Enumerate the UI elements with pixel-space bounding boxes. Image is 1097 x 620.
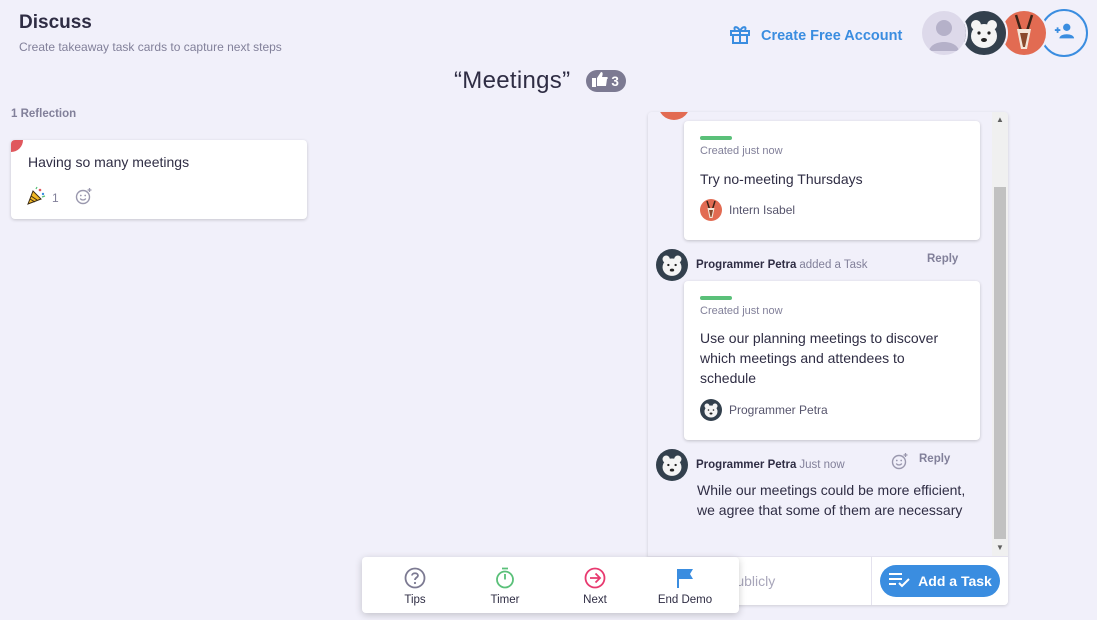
reflection-text: Having so many meetings	[28, 154, 190, 170]
avatar	[700, 399, 722, 421]
reflection-card[interactable]: Having so many meetings 1	[11, 140, 307, 219]
task-created-label: Created just now	[700, 145, 783, 157]
add-reaction-icon[interactable]	[75, 187, 93, 208]
flag-icon	[674, 567, 696, 594]
task-text[interactable]: Try no-meeting Thursdays	[700, 169, 960, 189]
add-task-label: Add a Task	[918, 573, 992, 589]
create-free-account-label: Create Free Account	[761, 28, 903, 44]
page-title: Discuss	[19, 12, 92, 33]
reaction-count: 1	[52, 190, 59, 205]
tips-button[interactable]: Tips	[370, 557, 460, 613]
page-subtitle: Create takeaway task cards to capture ne…	[19, 40, 282, 54]
reflection-color-marker	[11, 140, 23, 152]
avatar	[700, 199, 722, 221]
end-demo-label: End Demo	[657, 594, 713, 606]
comment-meta: added a Task	[799, 259, 868, 271]
task-owner-name: Programmer Petra	[729, 403, 828, 417]
scroll-up-arrow-icon[interactable]: ▲	[992, 112, 1008, 128]
timer-label: Timer	[490, 594, 520, 606]
task-status-bar	[700, 136, 732, 140]
task-owner[interactable]: Intern Isabel	[700, 199, 795, 221]
reply-button[interactable]: Reply	[919, 453, 950, 465]
task-created-label: Created just now	[700, 305, 783, 317]
thread-scrollbar[interactable]: ▲ ▼	[992, 112, 1008, 556]
gift-icon	[728, 22, 752, 50]
add-reaction-icon[interactable]	[891, 452, 909, 475]
scrollbar-thumb[interactable]	[994, 187, 1006, 539]
task-list-icon	[888, 572, 910, 591]
avatar-partial	[658, 112, 690, 120]
thumbs-up-icon	[592, 72, 609, 90]
vote-count: 3	[611, 73, 619, 89]
discussion-topic: “Meetings” 3	[454, 67, 626, 95]
add-task-button[interactable]: Add a Task	[880, 565, 1000, 597]
task-owner-name: Intern Isabel	[729, 203, 796, 217]
avatar	[656, 249, 688, 281]
timer-button[interactable]: Timer	[460, 557, 550, 613]
avatar-guest[interactable]	[920, 9, 968, 57]
help-circle-icon	[404, 567, 426, 594]
add-person-icon	[1053, 20, 1075, 47]
party-popper-icon[interactable]	[26, 186, 46, 209]
discussion-thread: Created just now Try no-meeting Thursday…	[648, 112, 1008, 605]
reply-button[interactable]: Reply	[927, 253, 958, 265]
create-free-account-link[interactable]: Create Free Account	[728, 22, 902, 50]
task-owner[interactable]: Programmer Petra	[700, 399, 828, 421]
topic-title: “Meetings”	[454, 67, 571, 94]
avatar	[656, 449, 688, 481]
reflection-count: 1 Reflection	[11, 108, 77, 120]
timer-icon	[494, 567, 516, 594]
comment-timestamp: Just now	[799, 459, 845, 471]
bottom-action-bar: Tips Timer Next End Demo	[362, 557, 739, 613]
comment-author: Programmer Petra	[696, 459, 797, 471]
task-card[interactable]: Created just now Try no-meeting Thursday…	[684, 121, 980, 240]
task-card[interactable]: Created just now Use our planning meetin…	[684, 281, 980, 440]
thread-scroll-area[interactable]: Created just now Try no-meeting Thursday…	[648, 112, 992, 556]
tips-label: Tips	[404, 594, 426, 606]
next-label: Next	[583, 594, 607, 606]
next-button[interactable]: Next	[550, 557, 640, 613]
team-avatars	[920, 9, 1088, 57]
arrow-right-circle-icon	[584, 567, 606, 594]
reflection-reactions: 1	[26, 186, 93, 209]
task-text[interactable]: Use our planning meetings to discover wh…	[700, 328, 960, 388]
task-status-bar	[700, 296, 732, 300]
comment-text: While our meetings could be more efficie…	[697, 482, 966, 518]
comment-author: Programmer Petra	[696, 259, 797, 271]
vote-badge: 3	[586, 70, 626, 92]
scroll-down-arrow-icon[interactable]: ▼	[992, 540, 1008, 556]
end-demo-button[interactable]: End Demo	[640, 557, 730, 613]
